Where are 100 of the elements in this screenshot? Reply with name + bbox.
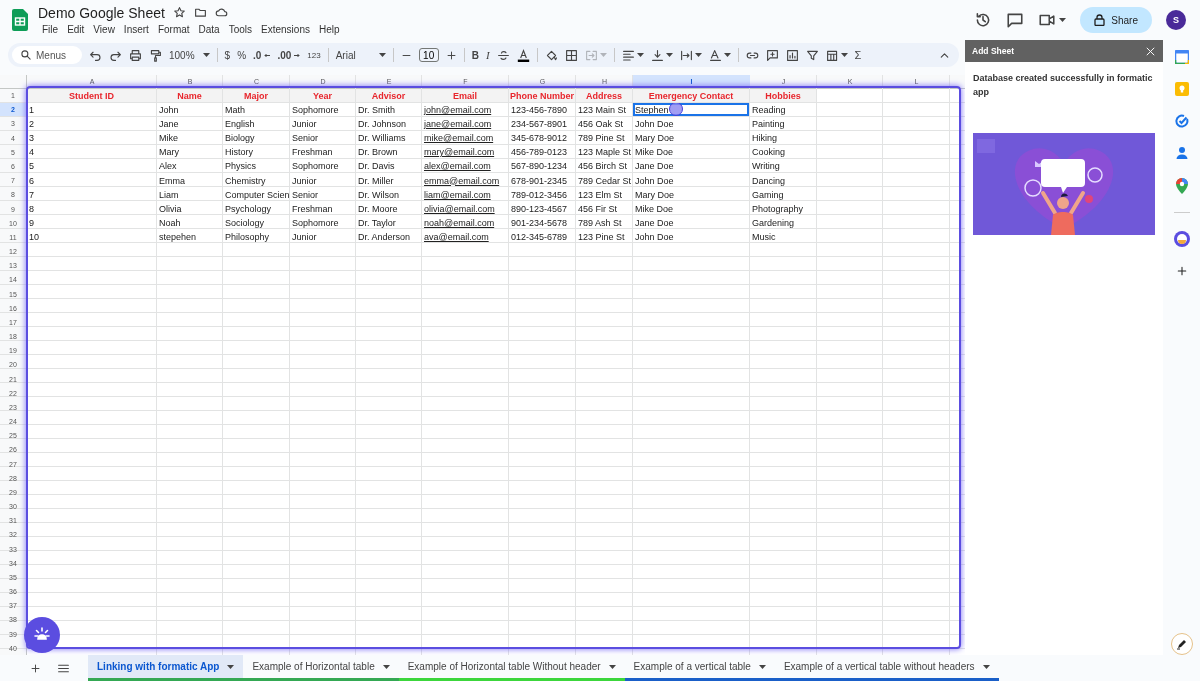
contacts-icon[interactable] <box>1174 146 1189 160</box>
vertical-align-icon[interactable] <box>650 48 664 62</box>
text-wrap-icon[interactable] <box>679 48 693 62</box>
caret-icon[interactable] <box>1059 18 1067 22</box>
selected-cell[interactable]: Stephen <box>633 103 749 117</box>
tasks-icon[interactable] <box>1174 114 1189 128</box>
tab-caret-icon[interactable] <box>227 664 235 669</box>
font-select[interactable]: Arial <box>335 49 386 61</box>
menu-item[interactable]: Tools <box>224 22 257 36</box>
menu-item[interactable]: File <box>38 22 63 36</box>
cloud-icon[interactable] <box>214 6 228 19</box>
email-link[interactable]: alex@email.com <box>424 161 491 172</box>
caret-icon[interactable] <box>378 53 386 57</box>
caret-icon[interactable] <box>665 53 673 57</box>
caret-icon[interactable] <box>636 53 644 57</box>
tab-caret-icon[interactable] <box>608 664 616 669</box>
text-color-icon[interactable] <box>516 48 530 62</box>
email-link[interactable]: olivia@email.com <box>424 204 495 214</box>
table-cell-text: Gaming <box>751 188 785 202</box>
percent-format-button[interactable]: % <box>237 49 247 61</box>
share-button[interactable]: Share <box>1080 7 1152 33</box>
decrease-decimal-button[interactable]: .0 <box>253 49 271 61</box>
increase-decimal-button[interactable]: .00 <box>277 49 301 61</box>
table-cell-text: 2 <box>28 117 35 131</box>
table-cell-text: 123 Main St <box>577 103 628 117</box>
font-size-field[interactable]: 10 <box>418 48 439 62</box>
email-link[interactable]: jane@email.com <box>424 118 492 129</box>
star-icon[interactable] <box>172 6 186 19</box>
calendar-icon[interactable] <box>1174 50 1189 64</box>
bold-button[interactable]: B <box>471 49 479 61</box>
table-cell-text: Painting <box>751 117 786 131</box>
menu-item[interactable]: Data <box>194 22 224 36</box>
header-cell: Address <box>576 89 632 103</box>
menu-item[interactable]: Extensions <box>257 22 314 36</box>
add-icon[interactable] <box>1175 265 1188 277</box>
caret-icon[interactable] <box>694 53 702 57</box>
caret-icon[interactable] <box>723 53 731 57</box>
email-link[interactable]: mary@email.com <box>424 147 495 158</box>
email-link[interactable]: noah@email.com <box>424 218 495 229</box>
header-cell: Major <box>223 89 289 103</box>
tab-caret-icon[interactable] <box>982 664 990 669</box>
chart-icon[interactable] <box>785 48 799 62</box>
map-pin-icon[interactable] <box>1175 178 1188 194</box>
currency-format-button[interactable]: $ <box>224 49 231 61</box>
table-cell-text: 4 <box>28 146 35 159</box>
comment-icon[interactable] <box>1006 11 1025 29</box>
caret-icon[interactable] <box>840 53 848 57</box>
functions-button[interactable]: Σ <box>854 49 862 61</box>
table-cell-text: Philosophy <box>224 231 271 244</box>
align-left-icon[interactable] <box>621 48 635 62</box>
email-link[interactable]: mike@email.com <box>424 133 494 144</box>
caret-icon[interactable] <box>202 53 210 57</box>
menu-item[interactable]: View <box>89 22 119 36</box>
italic-button[interactable]: I <box>485 49 490 61</box>
borders-icon[interactable] <box>564 48 578 62</box>
close-icon[interactable] <box>1145 45 1156 57</box>
menus-search-field[interactable]: Menus <box>12 46 82 64</box>
add-sheet-icon[interactable] <box>30 662 41 674</box>
tab-caret-icon[interactable] <box>382 664 390 669</box>
table-cell-text: 5 <box>28 160 35 173</box>
zoom-select[interactable]: 100% <box>169 49 210 61</box>
menu-item[interactable]: Edit <box>63 22 89 36</box>
menu-item[interactable]: Insert <box>119 22 153 36</box>
email-link[interactable]: ava@email.com <box>424 232 489 243</box>
email-link[interactable]: liam@email.com <box>424 189 491 200</box>
table-cell-text: Computer Scien <box>224 188 289 202</box>
sheet-tab[interactable]: Example of a vertical table without headers <box>774 655 999 681</box>
add-on-icon[interactable] <box>1173 231 1190 247</box>
tab-caret-icon[interactable] <box>758 664 766 669</box>
sheet-tab[interactable]: Example of Horizontal table Without header <box>398 655 625 681</box>
menu-item[interactable]: Format <box>153 22 194 36</box>
number-format-button[interactable]: 123 <box>307 50 321 60</box>
edit-button[interactable] <box>1170 633 1193 655</box>
strikethrough-icon[interactable] <box>496 48 510 62</box>
document-title[interactable]: Demo Google Sheet <box>38 4 165 21</box>
email-link[interactable]: emma@email.com <box>424 175 500 186</box>
folder-icon[interactable] <box>193 6 207 19</box>
print-icon[interactable] <box>129 48 142 62</box>
sheet-tab[interactable]: Example of a vertical table <box>624 655 775 681</box>
filter-icon[interactable] <box>805 48 819 62</box>
table-cell-text: stepehen <box>158 231 198 244</box>
email-link[interactable]: john@email.com <box>424 104 492 115</box>
table-view-icon[interactable] <box>825 48 839 62</box>
plus-icon[interactable] <box>445 49 457 61</box>
table-cell-text: Dr. Brown <box>357 146 399 159</box>
paint-format-icon[interactable] <box>149 48 162 62</box>
account-avatar[interactable]: S <box>1166 10 1186 30</box>
header-cell: Student ID <box>27 89 156 103</box>
table-cell-text: Junior <box>291 174 318 188</box>
table-cell-text: Freshman <box>291 203 334 216</box>
table-cell-text: Mike Doe <box>634 146 674 159</box>
pen-icon <box>1175 638 1188 650</box>
fill-color-icon[interactable] <box>544 48 558 62</box>
menu-item[interactable]: Help <box>314 22 344 36</box>
sheet-tab[interactable]: Example of Horizontal table <box>243 655 399 681</box>
text-rotation-icon[interactable] <box>708 48 722 62</box>
add-comment-icon[interactable] <box>765 48 779 62</box>
sheet-tab[interactable]: Linking with formatic App <box>88 655 244 681</box>
table-cell-text: Sophomore <box>291 217 340 230</box>
sheets-logo-icon[interactable] <box>12 9 28 31</box>
